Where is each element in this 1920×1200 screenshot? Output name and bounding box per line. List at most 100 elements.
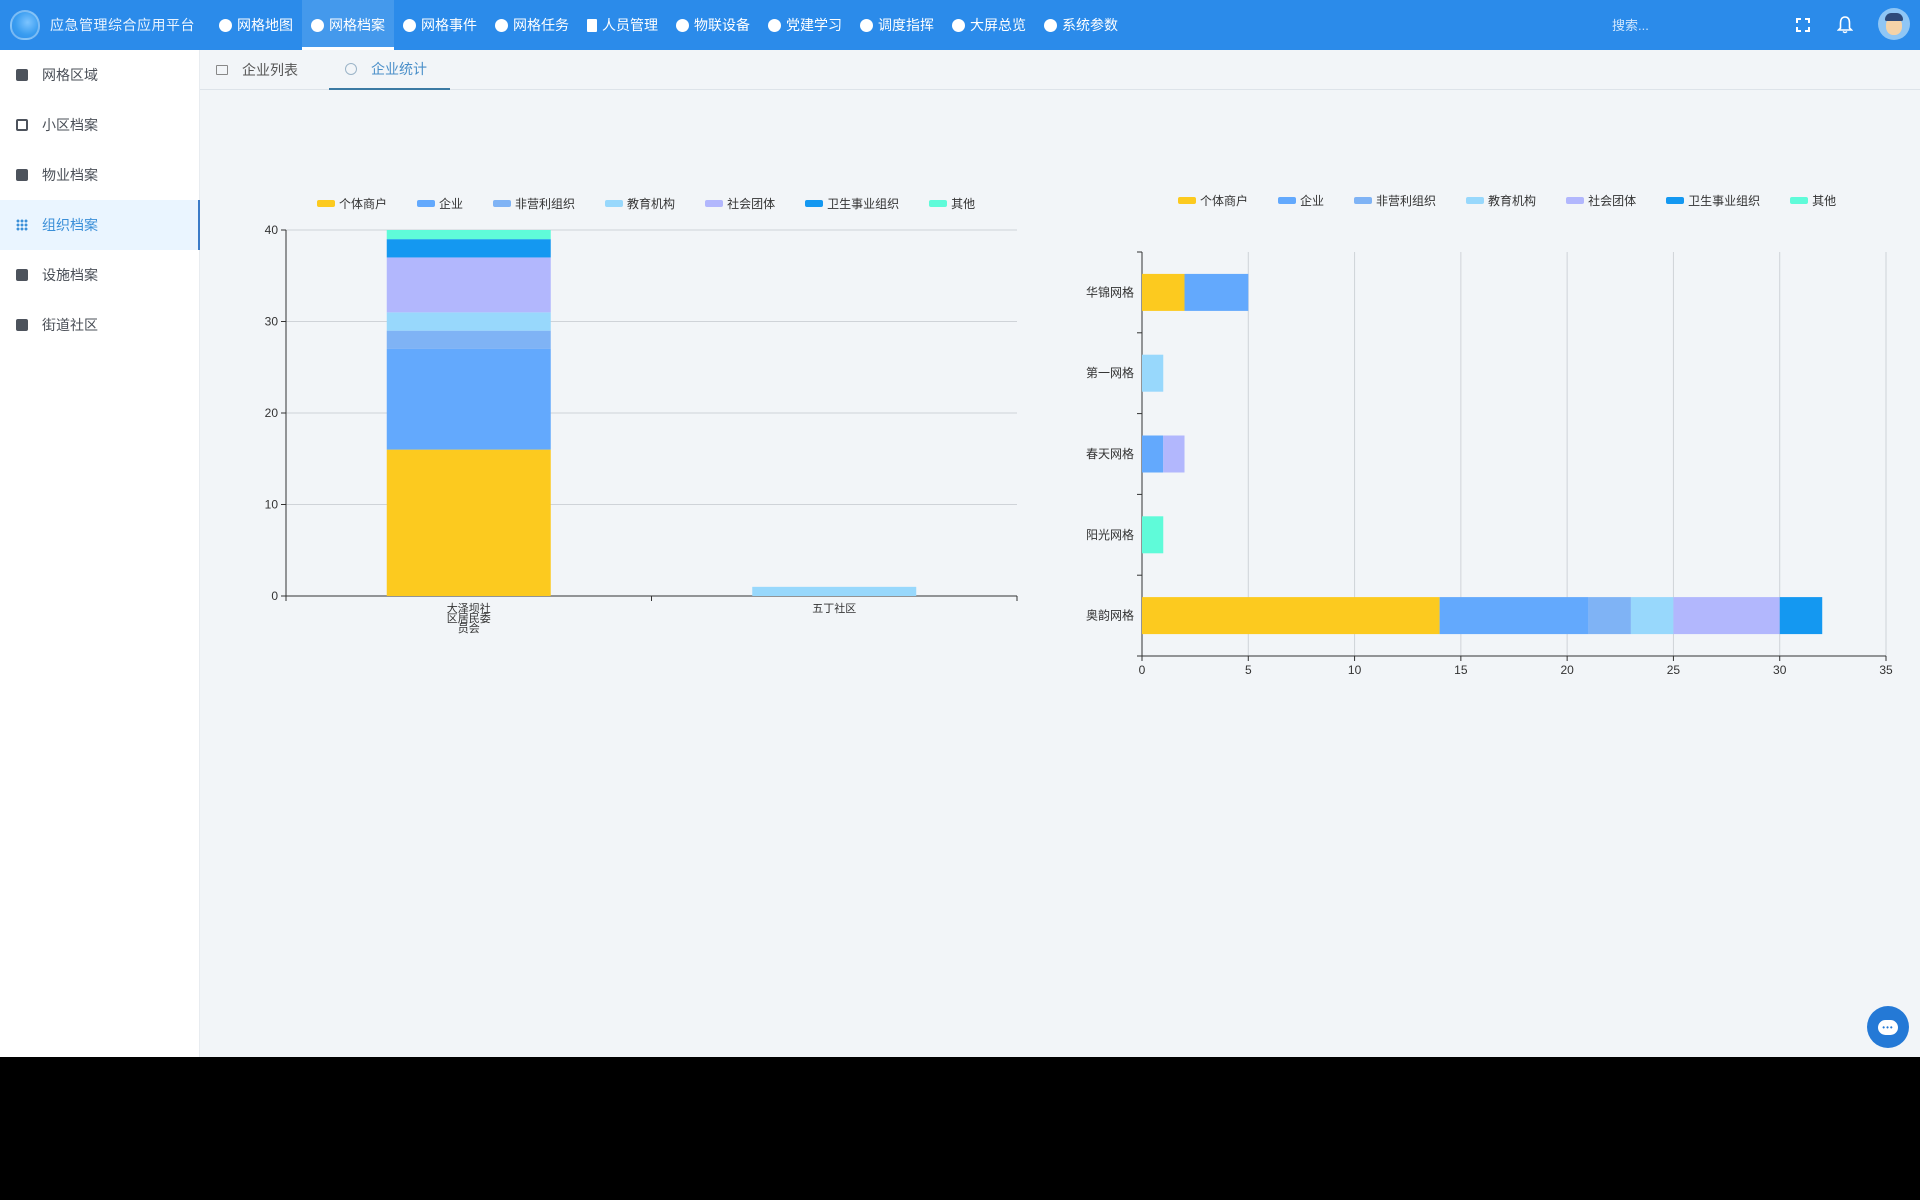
y-tick-label: 奥韵网格 (1086, 608, 1134, 623)
chat-button[interactable]: ••• (1867, 1006, 1909, 1048)
legend-swatch (1178, 197, 1196, 204)
legend-item[interactable]: 其他 (1790, 192, 1836, 209)
fullscreen-icon[interactable] (1793, 15, 1813, 35)
grid-horizontal-bar-chart: 个体商户 企业 非营利组织 教育机构 社会团体 卫生事业组织 其他 0 5 10 15 20 25 30… (1060, 190, 1910, 690)
legend-swatch (929, 200, 948, 207)
sidebar-item-label: 网格区域 (42, 67, 98, 83)
legend-item[interactable]: 企业 (1278, 192, 1324, 209)
legend-label: 非营利组织 (1376, 194, 1437, 208)
legend-label: 其他 (951, 197, 976, 211)
legend-label: 非营利组织 (515, 197, 576, 211)
nav-item-6[interactable]: 党建学习 (759, 0, 851, 50)
app-logo[interactable]: 应急管理综合应用平台 (0, 0, 205, 50)
list-icon (216, 65, 228, 75)
y-tick-label: 春天网格 (1086, 446, 1134, 461)
sidebar-item-2[interactable]: 物业档案 (0, 150, 199, 200)
bar-segment (1588, 597, 1631, 635)
y-tick-label: 30 (265, 315, 279, 329)
book-icon (768, 18, 781, 32)
legend-item[interactable]: 非营利组织 (1354, 192, 1436, 209)
screen-icon (952, 18, 965, 32)
stats-icon (345, 63, 357, 75)
bar-segment (1163, 435, 1185, 473)
legend-item[interactable]: 非营利组织 (493, 195, 575, 212)
chart2-plot: 0 5 10 15 20 25 30 35 华锦网格第一网格春天网格阳光网格奥韵网格 (1086, 251, 1893, 677)
tab-label: 企业统计 (371, 61, 427, 77)
tab-1[interactable]: 企业统计 (329, 50, 450, 90)
device-icon (676, 18, 689, 32)
nav-item-5[interactable]: 物联设备 (667, 0, 759, 50)
bar-segment (1439, 597, 1589, 635)
legend-label: 企业 (1300, 194, 1325, 208)
community-stacked-bar-chart: 个体商户 企业 非营利组织 教育机构 社会团体 卫生事业组织 其他 0 10 20 30 40 大泽坝… (220, 190, 1040, 650)
legend-label: 其他 (1812, 194, 1837, 208)
bar-segment (386, 239, 551, 258)
legend-label: 社会团体 (1588, 194, 1637, 208)
nav-item-2[interactable]: 网格事件 (394, 0, 486, 50)
nav-item-0[interactable]: 网格地图 (210, 0, 302, 50)
bar-segment (1142, 435, 1164, 473)
legend-item[interactable]: 其他 (929, 195, 975, 212)
settings-icon (1044, 18, 1057, 32)
nav-item-1[interactable]: 网格档案 (302, 0, 394, 50)
inbox-icon (16, 269, 28, 281)
nav-item-4[interactable]: 人员管理 (578, 0, 667, 50)
search-input[interactable] (1612, 15, 1732, 35)
sidebar-item-1[interactable]: 小区档案 (0, 100, 199, 150)
legend-item[interactable]: 企业 (417, 195, 463, 212)
legend-swatch (805, 200, 824, 207)
sidebar-item-3[interactable]: 组织档案 (0, 200, 200, 250)
sidebar-item-5[interactable]: 街道社区 (0, 300, 199, 350)
x-tick-label: 大泽坝社区居民委员会 (447, 601, 491, 635)
legend-item[interactable]: 教育机构 (1466, 192, 1536, 209)
y-tick-label: 40 (265, 223, 279, 237)
bar-segment (386, 230, 551, 240)
nav-item-label: 物联设备 (694, 17, 750, 33)
legend-swatch (1566, 197, 1585, 204)
box-icon (16, 319, 28, 331)
bar-segment (1779, 597, 1823, 635)
nav-item-8[interactable]: 大屏总览 (943, 0, 1035, 50)
legend-item[interactable]: 卫生事业组织 (1666, 192, 1760, 209)
nav-item-3[interactable]: 网格任务 (486, 0, 578, 50)
nav-item-label: 网格事件 (421, 17, 477, 33)
globe-icon (219, 18, 232, 32)
bar-segment (1184, 273, 1249, 311)
bar-segment (1142, 273, 1185, 311)
legend-swatch (417, 200, 436, 207)
legend-item[interactable]: 社会团体 (705, 195, 775, 212)
chat-bubble-icon: ••• (1878, 1019, 1898, 1035)
legend-swatch (705, 200, 724, 207)
x-tick-label-line: 五丁社区 (812, 601, 856, 615)
nav-item-label: 系统参数 (1062, 17, 1118, 33)
bell-icon[interactable] (1835, 15, 1855, 35)
chart-square-icon (16, 69, 28, 81)
legend-swatch (493, 200, 512, 207)
legend-item[interactable]: 教育机构 (605, 195, 675, 212)
legend-swatch (1790, 197, 1809, 204)
legend-item[interactable]: 个体商户 (1178, 192, 1248, 209)
nav-item-7[interactable]: 调度指挥 (851, 0, 943, 50)
nav-item-label: 人员管理 (602, 17, 658, 33)
bar-segment (386, 449, 551, 596)
legend-swatch (1466, 197, 1485, 204)
nav-item-9[interactable]: 系统参数 (1035, 0, 1127, 50)
legend-label: 企业 (439, 197, 464, 211)
sidebar-item-label: 组织档案 (42, 217, 98, 233)
user-avatar[interactable] (1878, 8, 1910, 40)
sidebar-item-4[interactable]: 设施档案 (0, 250, 199, 300)
tab-0[interactable]: 企业列表 (200, 50, 321, 90)
legend-item[interactable]: 卫生事业组织 (805, 195, 899, 212)
app-root: 应急管理综合应用平台 网格地图 网格档案 网格事件 网格任务 人员管理 物联设备 党建学习 调… (0, 0, 1920, 1089)
screen-letterbox (0, 1057, 1920, 1200)
legend-item[interactable]: 个体商户 (317, 195, 387, 212)
bar-segment (752, 586, 917, 596)
sidebar-item-0[interactable]: 网格区域 (0, 50, 199, 100)
x-tick-label-line: 员会 (458, 622, 480, 635)
x-tick-label: 10 (1348, 663, 1362, 677)
legend-label: 个体商户 (1200, 194, 1249, 208)
bar-segment (386, 330, 551, 349)
main-nav: 网格地图 网格档案 网格事件 网格任务 人员管理 物联设备 党建学习 调度指挥 大屏总览 系统参数 (210, 0, 1127, 50)
legend-item[interactable]: 社会团体 (1566, 192, 1636, 209)
sidebar-item-label: 物业档案 (42, 167, 98, 183)
